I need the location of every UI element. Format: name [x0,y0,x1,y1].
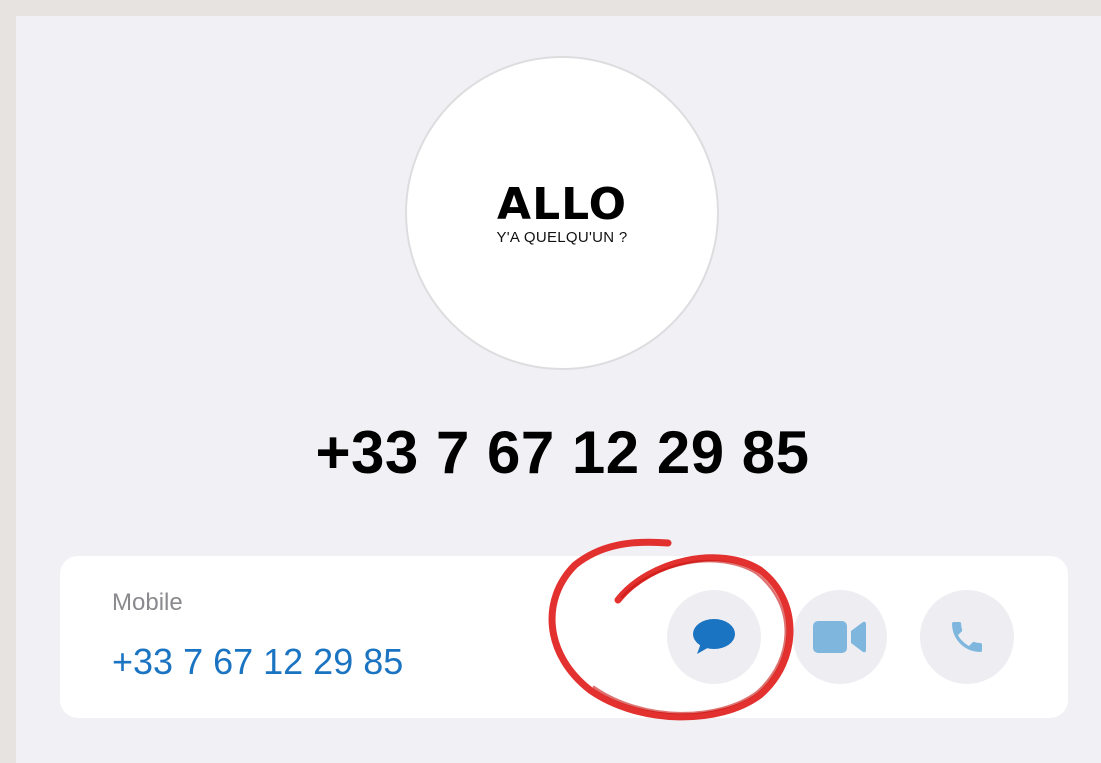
avatar-logo-subtext: Y'A QUELQU'UN ? [496,229,628,246]
phone-icon [952,622,982,652]
message-button[interactable] [667,590,761,684]
phone-number-card: Mobile +33 7 67 12 29 85 [60,556,1068,718]
phone-number-link[interactable]: +33 7 67 12 29 85 [112,642,403,682]
contact-screen: ALLO Y'A QUELQU'UN ? +33 7 67 12 29 85 M… [16,16,1101,763]
avatar-logo-text: ALLO [497,179,627,230]
video-camera-icon [813,621,866,653]
voice-call-button[interactable] [920,590,1014,684]
contact-avatar: ALLO Y'A QUELQU'UN ? [405,56,719,370]
video-call-button[interactable] [793,590,887,684]
phone-type-label: Mobile [112,589,183,616]
message-bubble-icon [693,619,735,654]
contact-name: +33 7 67 12 29 85 [315,419,810,486]
